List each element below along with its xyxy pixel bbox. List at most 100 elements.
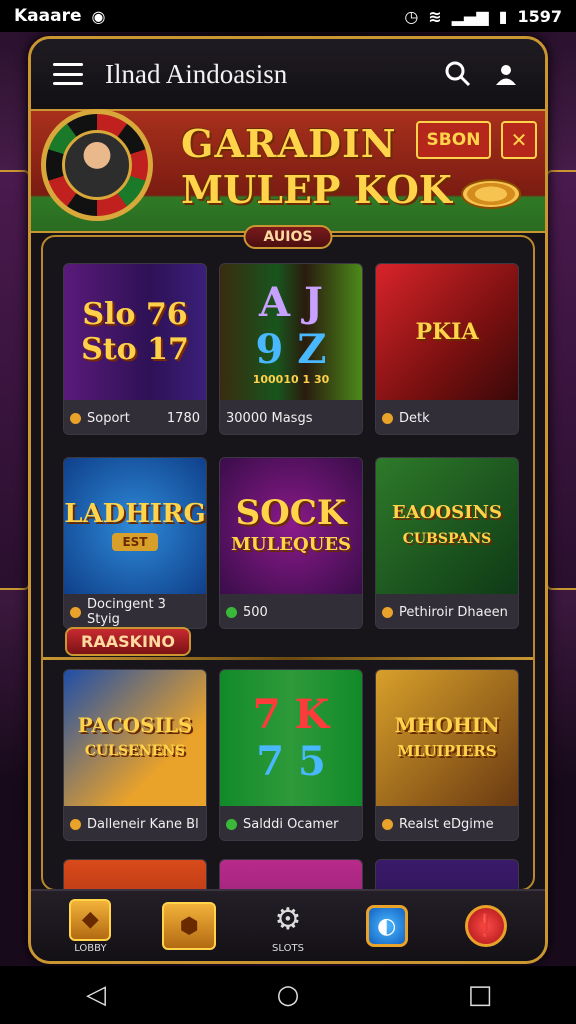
clover-icon [226, 606, 237, 618]
blue-spin-icon: ◐ [365, 905, 408, 947]
section-divider [43, 657, 533, 660]
nav-label: LOBBY [74, 942, 107, 954]
coin-icon [382, 818, 393, 830]
banner-title-line1: GARADIN [181, 121, 397, 166]
art-line: EAOOSINS [392, 502, 502, 523]
nav-lobby[interactable]: ◆ LOBBY [55, 894, 125, 958]
banner-action-button[interactable]: SBON [416, 121, 491, 159]
wifi-icon: ≋ [428, 6, 442, 26]
art-line: SOCK [235, 493, 347, 533]
coin-icon [382, 412, 393, 424]
roulette-wheel-icon [41, 109, 153, 221]
game-card[interactable]: PACOSILS CULSENENS Dalleneir Kane Bl [63, 669, 207, 841]
game-art: MHOHIN MLUIPIERS [376, 670, 518, 806]
coin-icon [382, 606, 393, 618]
game-art: 7 K 7 5 [220, 670, 362, 806]
game-card[interactable]: A J 9 Z 100010 1 30 30000 Masgs [219, 263, 363, 435]
game-title: Docingent 3 Styig [87, 597, 166, 627]
alarm-icon: ◷ [404, 6, 419, 26]
game-card[interactable]: EAOOSINS CUBSPANS Pethiroir Dhaeen [375, 457, 519, 629]
game-title: Detk [399, 410, 430, 426]
banner-title: GARADIN MULEP KOK [181, 121, 452, 213]
art-line: Sto 17 [81, 332, 189, 367]
game-title: Soport [87, 410, 130, 426]
game-title: Salddi Ocamer [243, 816, 339, 832]
game-title: Dalleneir Kane Bl [87, 816, 199, 832]
top-bar: Ilnad Aindoasisn [31, 39, 545, 109]
game-card[interactable]: 7 K 7 5 Salddi Ocamer [219, 669, 363, 841]
art-line: LADHIRG [64, 499, 206, 529]
section-pill: AUIOS [243, 225, 333, 249]
game-art: Slo 76 Sto 17 [64, 264, 206, 400]
art-line: MULEQUES [230, 534, 352, 555]
home-chip-icon: ◆ [69, 898, 112, 941]
game-art: EAOOSINS CUBSPANS [376, 458, 518, 594]
sync-icon: ◉ [91, 6, 106, 26]
gold-shield-icon: ⬢ [162, 902, 217, 950]
side-slot-machine-left [0, 170, 30, 590]
art-line: 9 Z [255, 325, 327, 373]
promo-banner[interactable]: GARADIN MULEP KOK SBON ✕ [31, 109, 545, 233]
art-line: EST [112, 533, 158, 551]
game-card[interactable]: LADHIRG EST Docingent 3 Styig [63, 457, 207, 629]
bottom-nav: ◆ LOBBY ⬢ ⚙ SLOTS ◐ ❗ [31, 889, 545, 961]
nav-spin[interactable]: ◐ [352, 894, 422, 958]
clover-icon [226, 818, 237, 830]
coin-icon [70, 818, 81, 830]
game-art: PKIA [376, 264, 518, 400]
game-art: SOCK MULEQUES [220, 458, 362, 594]
app-title: Ilnad Aindoasisn [105, 58, 288, 89]
art-line: 7 K [252, 691, 330, 738]
game-card[interactable]: PKIA Detk [375, 263, 519, 435]
coin-icon [70, 412, 81, 424]
system-nav-bar: ◁ ○ □ [0, 966, 576, 1024]
battery-icon: ▮ [498, 6, 508, 26]
art-line: PACOSILS [77, 713, 193, 737]
banner-close-button[interactable]: ✕ [501, 121, 537, 159]
casino-chip-icon [461, 179, 521, 209]
side-slot-machine-right [546, 170, 576, 590]
carrier-label: Kaaare [14, 6, 82, 26]
settings-gear-icon: ⚙ [274, 902, 302, 937]
back-icon[interactable]: ◁ [66, 980, 126, 1010]
game-art: PACOSILS CULSENENS [64, 670, 206, 806]
clock: 1597 [517, 6, 562, 26]
nav-shield[interactable]: ⬢ [154, 894, 224, 958]
banner-title-line2: MULEP KOK [181, 167, 452, 212]
art-line: 100010 1 30 [252, 372, 330, 386]
menu-icon[interactable] [53, 63, 83, 85]
featured-grid: Slo 76 Sto 17 Soport 1780 A J 9 Z 100010 … [63, 263, 519, 629]
game-title: Pethiroir Dhaeen [399, 604, 508, 620]
account-icon[interactable] [489, 57, 523, 91]
app-frame: Ilnad Aindoasisn GARADIN MULEP KOK SBON … [28, 36, 548, 964]
section-label: RAASKINO [65, 627, 191, 656]
game-title: 500 [243, 604, 268, 620]
game-card[interactable]: MHOHIN MLUIPIERS Realst eDgime [375, 669, 519, 841]
game-title: Realst eDgime [399, 816, 494, 832]
coin-icon [70, 606, 81, 618]
signal-icon: ▂▄▆ [451, 6, 489, 26]
host-avatar [62, 130, 132, 200]
game-title: 30000 Masgs [226, 410, 313, 426]
nav-slots[interactable]: ⚙ SLOTS [253, 894, 323, 958]
art-line: Slo 76 [82, 297, 188, 332]
art-line: A J [259, 278, 323, 326]
status-bar: Kaaare ◉ ◷ ≋ ▂▄▆ ▮ 1597 [0, 0, 576, 32]
art-line: MLUIPIERS [397, 742, 497, 760]
home-icon[interactable]: ○ [258, 980, 318, 1010]
game-art: LADHIRG EST [64, 458, 206, 594]
art-line: PKIA [415, 319, 479, 345]
game-card[interactable]: Slo 76 Sto 17 Soport 1780 [63, 263, 207, 435]
game-card[interactable]: SOCK MULEQUES 500 [219, 457, 363, 629]
recents-icon[interactable]: □ [450, 980, 510, 1010]
art-line: CUBSPANS [402, 531, 492, 547]
art-line: CULSENENS [84, 743, 186, 759]
nav-label: SLOTS [272, 942, 304, 954]
search-icon[interactable] [441, 57, 475, 91]
art-line: MHOHIN [394, 713, 500, 737]
game-lobby: AUIOS Slo 76 Sto 17 Soport 1780 A J 9 Z 1… [41, 225, 535, 961]
nav-bonus[interactable]: ❗ [451, 894, 521, 958]
red-bonus-icon: ❗ [464, 905, 507, 947]
game-art: A J 9 Z 100010 1 30 [220, 264, 362, 400]
game-count: 1780 [166, 410, 200, 426]
